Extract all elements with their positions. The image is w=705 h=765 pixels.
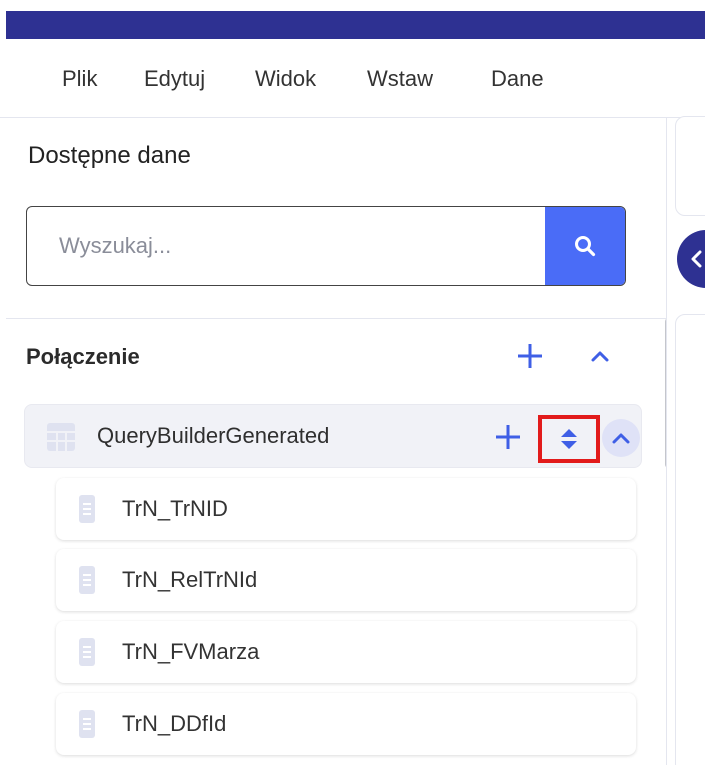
add-connection-button[interactable] bbox=[512, 338, 548, 374]
add-field-button[interactable] bbox=[491, 420, 525, 454]
collapse-section-button[interactable] bbox=[584, 340, 616, 372]
section-title: Połączenie bbox=[26, 344, 140, 369]
search-button[interactable] bbox=[545, 207, 625, 285]
menu-item-dane[interactable]: Dane bbox=[491, 66, 544, 92]
field-label: TrN_DDfId bbox=[122, 711, 227, 736]
field-icon bbox=[79, 566, 95, 594]
menu-item-widok[interactable]: Widok bbox=[255, 66, 316, 92]
field-item[interactable]: TrN_TrNID bbox=[56, 478, 636, 540]
sort-button[interactable] bbox=[545, 422, 593, 456]
menu-item-wstaw[interactable]: Wstaw bbox=[367, 66, 433, 92]
panel-toggle-button[interactable] bbox=[677, 230, 705, 288]
search-box bbox=[26, 206, 626, 286]
field-item[interactable]: TrN_FVMarza bbox=[56, 621, 636, 683]
connection-section-header: Połączenie bbox=[6, 318, 666, 398]
search-icon bbox=[575, 236, 596, 257]
sort-icon bbox=[561, 429, 577, 449]
menu-bar: Plik Edytuj Widok Wstaw Dane bbox=[0, 40, 705, 118]
field-label: TrN_RelTrNId bbox=[122, 567, 258, 592]
plus-icon bbox=[518, 344, 542, 368]
field-icon bbox=[79, 638, 95, 666]
search-input[interactable] bbox=[27, 207, 547, 285]
menu-item-plik[interactable]: Plik bbox=[62, 66, 97, 92]
available-data-panel: Dostępne dane Połączenie bbox=[6, 118, 672, 765]
field-item[interactable]: TrN_RelTrNId bbox=[56, 549, 636, 611]
field-icon bbox=[79, 710, 95, 738]
top-bar bbox=[0, 0, 705, 40]
app-window: Plik Edytuj Widok Wstaw Dane Dostępne da… bbox=[0, 0, 705, 765]
chevron-up-icon bbox=[591, 351, 609, 362]
field-item[interactable]: TrN_DDfId bbox=[56, 693, 636, 755]
query-group-row[interactable]: QueryBuilderGenerated bbox=[24, 404, 642, 468]
table-icon bbox=[47, 423, 75, 451]
panel-title: Dostępne dane bbox=[28, 142, 191, 169]
field-label: TrN_FVMarza bbox=[122, 639, 260, 664]
plus-icon bbox=[496, 425, 520, 449]
group-label: QueryBuilderGenerated bbox=[97, 423, 330, 448]
field-icon bbox=[79, 495, 95, 523]
chevron-left-icon bbox=[691, 250, 702, 268]
strip-card-top bbox=[675, 116, 705, 216]
chevron-up-icon bbox=[612, 433, 630, 444]
right-side-strip bbox=[666, 116, 705, 765]
menu-item-edytuj[interactable]: Edytuj bbox=[144, 66, 205, 92]
field-label: TrN_TrNID bbox=[122, 496, 228, 521]
collapse-group-button[interactable] bbox=[602, 419, 640, 457]
strip-card-bottom bbox=[675, 314, 705, 765]
header-band bbox=[6, 11, 705, 39]
